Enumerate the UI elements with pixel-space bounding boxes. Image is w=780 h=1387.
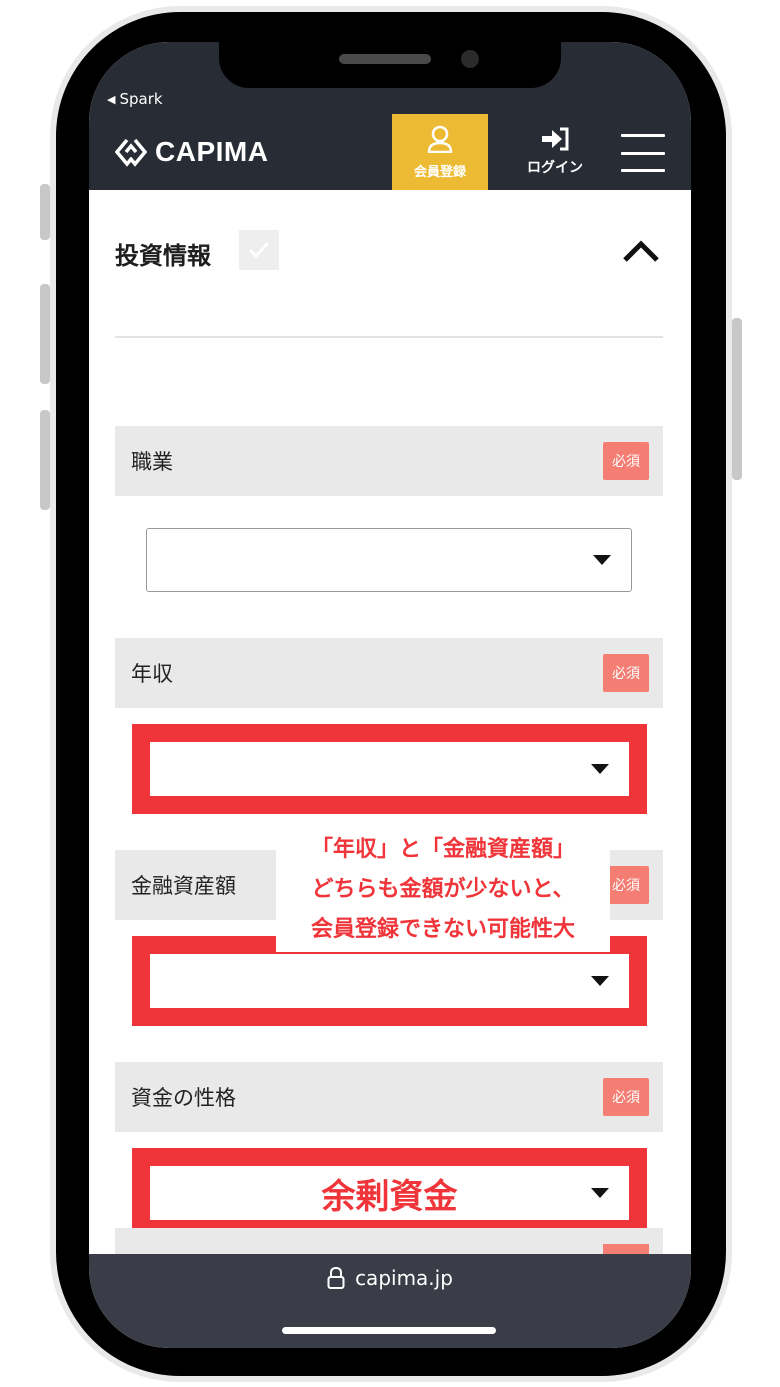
- required-badge: 必須: [603, 654, 649, 692]
- home-indicator[interactable]: [282, 1327, 496, 1334]
- mute-switch: [40, 184, 50, 240]
- menu-line: [621, 151, 665, 155]
- back-app-label: Spark: [119, 90, 163, 108]
- login-button[interactable]: ログイン: [509, 122, 601, 182]
- section-divider: [115, 336, 663, 338]
- annual-income-select[interactable]: [132, 724, 647, 814]
- menu-line: [621, 134, 665, 137]
- front-camera: [461, 50, 479, 68]
- required-badge: 必須: [603, 442, 649, 480]
- select-value: [147, 529, 631, 591]
- login-label: ログイン: [527, 160, 583, 176]
- login-arrow-icon: [542, 127, 569, 151]
- check-icon: [248, 241, 270, 259]
- phone-screen: ◀ Spark CAPIMA 会員登録 ログイン 投資情報 職業 必須 年収 必…: [89, 42, 691, 1348]
- field-label-text: 金融資産額: [131, 874, 236, 898]
- menu-line: [621, 169, 665, 172]
- collapse-toggle[interactable]: [621, 236, 661, 266]
- capima-logo[interactable]: CAPIMA: [115, 136, 268, 168]
- field-label-occupation: 職業 必須: [115, 426, 663, 496]
- annotation-line: 会員登録できない可能性大: [310, 917, 575, 942]
- section-title: 投資情報: [115, 242, 211, 270]
- required-badge: 必須: [603, 1078, 649, 1116]
- register-button[interactable]: 会員登録: [392, 114, 488, 190]
- field-label-text: 年収: [131, 662, 173, 686]
- url-display: capima.jp: [89, 1266, 691, 1290]
- annotation-line: どちらも金額が少ないと、: [311, 877, 575, 902]
- field-label-fund-nature: 資金の性格 必須: [115, 1062, 663, 1132]
- capima-logo-icon: [115, 138, 147, 167]
- warning-annotation: 「年収」と「金融資産額」 どちらも金額が少ないと、 会員登録できない可能性大: [276, 828, 610, 952]
- select-value: [150, 742, 629, 796]
- dropdown-arrow-icon: [591, 1188, 609, 1198]
- field-label-annual-income: 年収 必須: [115, 638, 663, 708]
- select-value: [150, 954, 629, 1008]
- section-status-check: [239, 230, 279, 270]
- fund-nature-select[interactable]: 余剰資金: [132, 1148, 647, 1238]
- dropdown-arrow-icon: [591, 976, 609, 986]
- person-icon: [427, 125, 453, 153]
- occupation-select[interactable]: [146, 528, 632, 592]
- volume-down-button: [40, 410, 50, 510]
- field-label-text: 職業: [131, 450, 173, 474]
- form-content: 投資情報 職業 必須 年収 必須 金融資産額 必須 資金の性格 必須 余剰資金 …: [89, 190, 691, 1268]
- lock-icon: [327, 1267, 345, 1289]
- chevron-up-icon: [623, 240, 659, 262]
- brand-name: CAPIMA: [155, 136, 269, 167]
- volume-up-button: [40, 284, 50, 384]
- power-button: [732, 318, 742, 480]
- register-label: 会員登録: [413, 164, 466, 180]
- url-text: capima.jp: [355, 1266, 453, 1290]
- annotation-line: 「年収」と「金融資産額」: [310, 837, 575, 862]
- phone-notch: [219, 42, 561, 88]
- field-label-text: 資金の性格: [131, 1086, 236, 1110]
- browser-url-bar[interactable]: capima.jp: [89, 1254, 691, 1348]
- back-triangle-icon: ◀: [107, 92, 116, 106]
- back-to-app[interactable]: ◀ Spark: [107, 90, 163, 108]
- select-value: 余剰資金: [321, 1176, 458, 1217]
- dropdown-arrow-icon: [591, 764, 609, 774]
- speaker-grille: [339, 54, 431, 64]
- dropdown-arrow-icon: [593, 555, 611, 565]
- hamburger-menu-icon[interactable]: [621, 134, 665, 172]
